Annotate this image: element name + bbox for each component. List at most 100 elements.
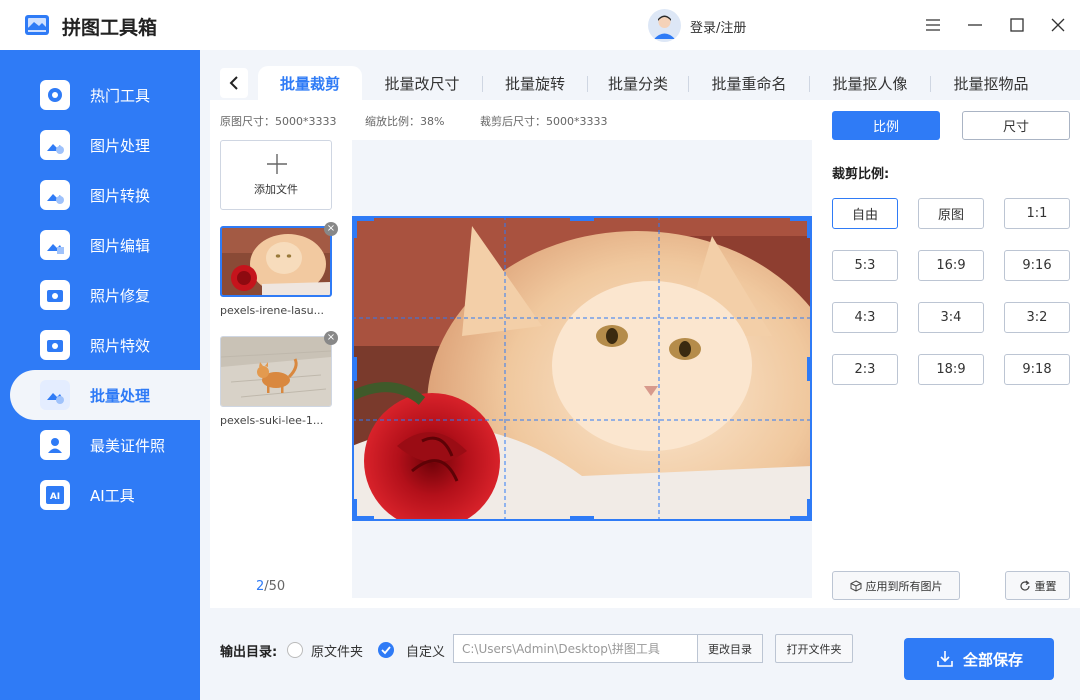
sidebar-item-label: 图片处理 (90, 137, 151, 155)
hamburger-icon (926, 19, 940, 31)
crop-grid (352, 216, 812, 521)
app-title: 拼图工具箱 (62, 17, 158, 39)
file-thumbnail[interactable] (220, 336, 332, 407)
radio-custom-folder[interactable] (378, 642, 394, 658)
photo-effect-icon (40, 330, 70, 360)
mode-size-button[interactable]: 尺寸 (962, 111, 1070, 140)
ratio-9-18-button[interactable]: 9:18 (1004, 354, 1070, 385)
tab-batch-rename[interactable]: 批量重命名 (689, 66, 809, 100)
original-size-info: 原图尺寸：5000*3333 (220, 115, 337, 128)
app-logo-icon (25, 15, 49, 35)
sidebar-item-label: 批量处理 (90, 387, 151, 405)
ratio-4-3-button[interactable]: 4:3 (832, 302, 898, 333)
open-folder-button[interactable]: 打开文件夹 (775, 634, 853, 663)
gear-icon (40, 80, 70, 110)
crop-handles (352, 216, 812, 521)
sidebar-item-batch[interactable]: 批量处理 (10, 370, 200, 420)
batch-icon (40, 380, 70, 410)
add-file-button[interactable]: 添加文件 (220, 140, 332, 210)
tab-batch-cutout-portrait[interactable]: 批量抠人像 (810, 66, 930, 100)
save-all-button[interactable]: 全部保存 (904, 638, 1054, 680)
tab-batch-resize[interactable]: 批量改尺寸 (362, 66, 482, 100)
sidebar-item-id-photo[interactable]: 最美证件照 (10, 420, 200, 470)
output-dir-label: 输出目录: (220, 645, 278, 660)
mode-ratio-button[interactable]: 比例 (832, 111, 940, 140)
cat-street-thumbnail-image (221, 337, 331, 406)
tab-batch-crop[interactable]: 批量裁剪 (258, 66, 362, 100)
tab-batch-cutout-object[interactable]: 批量抠物品 (931, 66, 1051, 100)
crop-frame[interactable] (352, 216, 812, 521)
ratio-5-3-button[interactable]: 5:3 (832, 250, 898, 281)
svg-text:AI: AI (50, 492, 60, 502)
sidebar-item-label: 照片特效 (90, 337, 151, 355)
minimize-icon (968, 24, 982, 26)
photo-repair-icon (40, 280, 70, 310)
radio-original-folder[interactable] (287, 642, 303, 658)
cropped-size-info: 裁剪后尺寸：5000*3333 (480, 115, 608, 128)
sidebar: 热门工具 图片处理 图片转换 图片编辑 照片修复 照片特效 批量处理 最美证件照… (0, 50, 200, 700)
maximize-icon (1010, 18, 1024, 32)
ratio-16-9-button[interactable]: 16:9 (918, 250, 984, 281)
tab-batch-rotate[interactable]: 批量旋转 (483, 66, 587, 100)
tab-batch-classify[interactable]: 批量分类 (588, 66, 688, 100)
file-name: pexels-irene-lasu... (220, 304, 325, 317)
output-path-input[interactable] (453, 634, 697, 663)
sidebar-item-label: 照片修复 (90, 287, 151, 305)
ratio-9-16-button[interactable]: 9:16 (1004, 250, 1070, 281)
login-link[interactable]: 登录/注册 (690, 17, 746, 36)
ratio-2-3-button[interactable]: 2:3 (832, 354, 898, 385)
minimize-button[interactable] (964, 14, 986, 36)
add-file-label: 添加文件 (254, 183, 298, 196)
crop-ratio-title: 裁剪比例: (832, 167, 890, 182)
sidebar-item-image-convert[interactable]: 图片转换 (10, 170, 200, 220)
sidebar-item-image-edit[interactable]: 图片编辑 (10, 220, 200, 270)
sidebar-item-photo-effect[interactable]: 照片特效 (10, 320, 200, 370)
ratio-3-2-button[interactable]: 3:2 (1004, 302, 1070, 333)
ratio-free-button[interactable]: 自由 (832, 198, 898, 229)
sidebar-item-label: 图片转换 (90, 187, 151, 205)
sidebar-item-label: AI工具 (90, 487, 135, 505)
reset-button[interactable]: 重置 (1005, 571, 1070, 600)
chevron-left-icon (229, 76, 238, 90)
page-counter: 2/50 (256, 579, 285, 594)
maximize-button[interactable] (1006, 14, 1028, 36)
download-icon (937, 651, 953, 667)
ratio-18-9-button[interactable]: 18:9 (918, 354, 984, 385)
sidebar-item-photo-repair[interactable]: 照片修复 (10, 270, 200, 320)
id-photo-icon (40, 430, 70, 460)
remove-file-icon[interactable]: × (324, 222, 338, 236)
sidebar-item-label: 图片编辑 (90, 237, 151, 255)
custom-folder-label: 自定义 (406, 645, 446, 660)
sidebar-item-label: 热门工具 (90, 87, 151, 105)
image-convert-icon (40, 180, 70, 210)
image-edit-icon (40, 230, 70, 260)
refresh-icon (1019, 580, 1030, 591)
menu-button[interactable] (922, 14, 944, 36)
remove-file-icon[interactable]: × (324, 331, 338, 345)
back-button[interactable] (220, 68, 248, 98)
sidebar-item-hot-tools[interactable]: 热门工具 (10, 70, 200, 120)
original-folder-label: 原文件夹 (311, 645, 364, 660)
title-bar: 拼图工具箱 登录/注册 (0, 0, 1080, 50)
file-thumbnail[interactable] (220, 226, 332, 297)
check-icon (381, 646, 391, 655)
ai-icon: AI (40, 480, 70, 510)
ratio-1-1-button[interactable]: 1:1 (1004, 198, 1070, 229)
close-button[interactable] (1047, 14, 1069, 36)
sidebar-item-image-process[interactable]: 图片处理 (10, 120, 200, 170)
reset-label: 重置 (1034, 579, 1057, 593)
close-icon (1051, 18, 1065, 32)
ratio-3-4-button[interactable]: 3:4 (918, 302, 984, 333)
apply-all-label: 应用到所有图片 (865, 579, 943, 593)
avatar[interactable] (648, 9, 681, 42)
user-avatar-icon (648, 9, 681, 42)
scale-info: 缩放比例：38% (365, 115, 445, 128)
file-name: pexels-suki-lee-1... (220, 414, 324, 427)
sidebar-item-label: 最美证件照 (90, 437, 166, 455)
plus-icon (267, 154, 287, 174)
sidebar-item-ai-tools[interactable]: AI AI工具 (10, 470, 200, 520)
change-dir-button[interactable]: 更改目录 (697, 634, 763, 663)
ratio-original-button[interactable]: 原图 (918, 198, 984, 229)
image-process-icon (40, 130, 70, 160)
apply-all-button[interactable]: 应用到所有图片 (832, 571, 960, 600)
